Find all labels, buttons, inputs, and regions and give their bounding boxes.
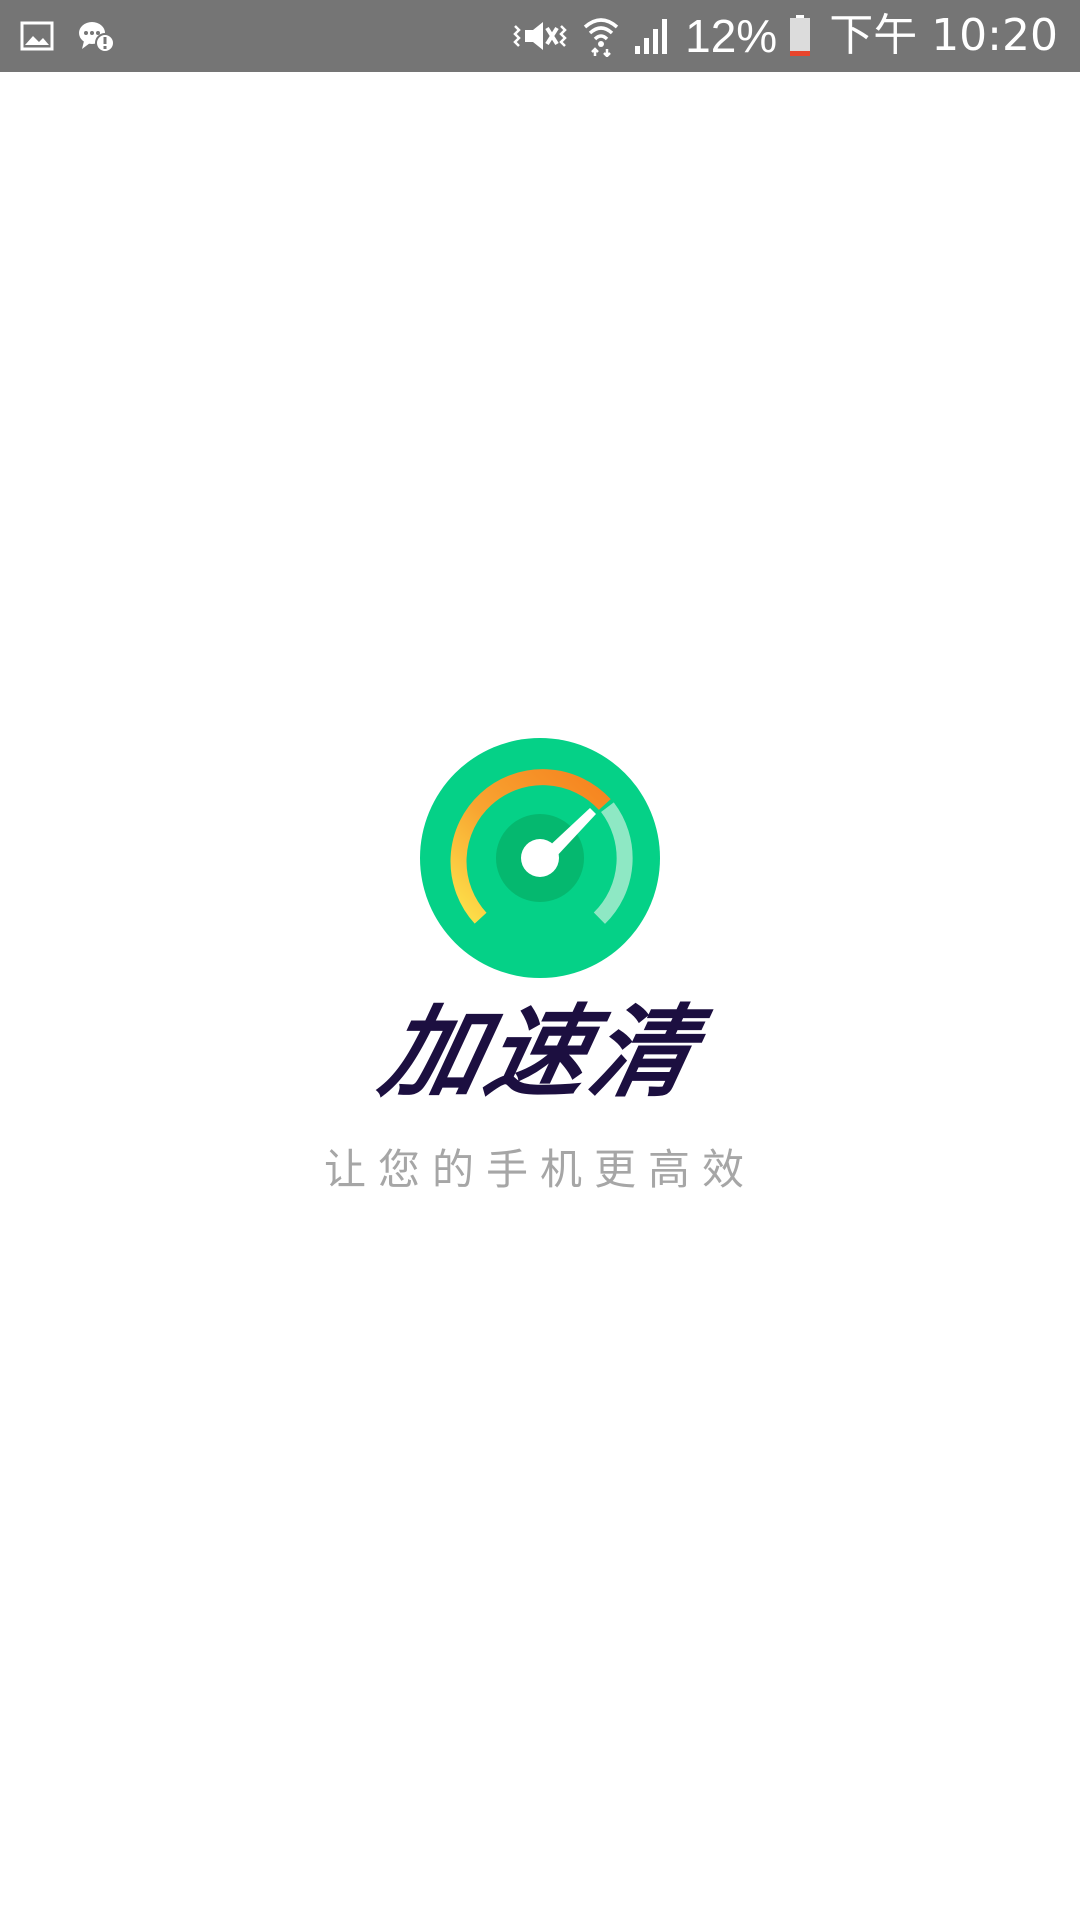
battery-percent: 12% <box>685 10 778 62</box>
speedometer-icon <box>420 738 660 978</box>
status-bar-right: 12% 下午 10:20 <box>511 0 1058 72</box>
status-bar-left <box>20 0 116 72</box>
status-bar: 12% 下午 10:20 <box>0 0 1080 72</box>
signal-icon <box>635 19 668 54</box>
gauge-hub <box>521 839 559 877</box>
vibrate-mute-icon <box>513 22 567 50</box>
gallery-icon <box>20 21 54 51</box>
clock: 下午 10:20 <box>829 10 1058 61</box>
notification-icon <box>79 22 115 53</box>
app-tagline: 让您的手机更高效 <box>323 1145 756 1194</box>
app-title: 加速清 <box>371 994 709 1111</box>
battery-icon <box>790 15 811 56</box>
splash-screen: 12% 下午 10:20 加速清 让您的手机更高效 <box>0 0 1080 1920</box>
wifi-icon <box>583 18 619 57</box>
